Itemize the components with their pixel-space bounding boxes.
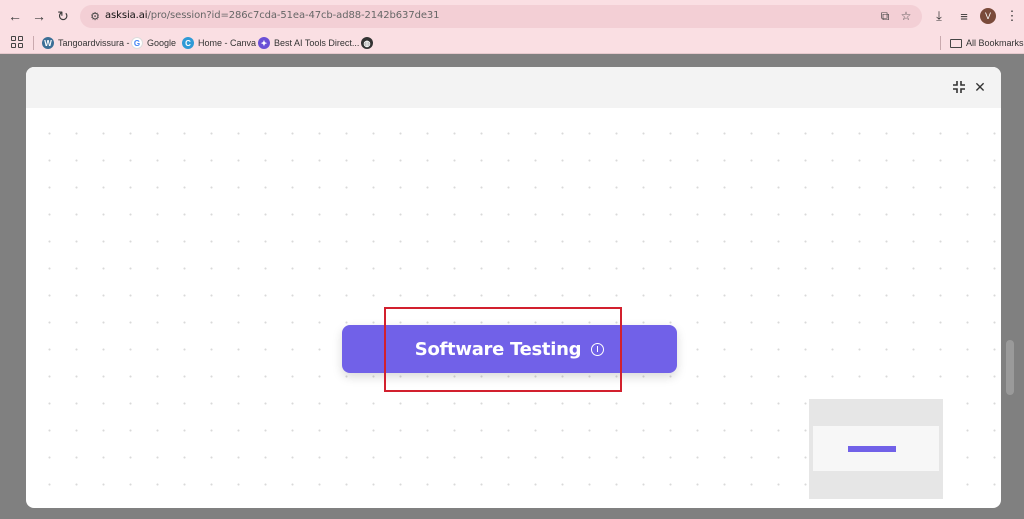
bookmark-item-google[interactable]: G Google xyxy=(131,35,176,51)
wordpress-icon: W xyxy=(42,37,54,49)
bookmark-item-tangoardvissura[interactable]: W Tangoardvissura - xyxy=(42,35,130,51)
site-settings-icon[interactable]: ⚙ xyxy=(88,9,102,23)
folder-icon xyxy=(950,38,962,48)
bookmark-divider xyxy=(940,36,941,50)
close-icon[interactable]: ✕ xyxy=(972,79,988,95)
bookmark-star-icon[interactable]: ☆ xyxy=(899,9,913,23)
forward-arrow-icon[interactable]: → xyxy=(30,7,48,25)
canva-icon: C xyxy=(182,37,194,49)
minimap[interactable] xyxy=(809,399,943,499)
google-icon: G xyxy=(131,37,143,49)
all-bookmarks-button[interactable]: All Bookmarks xyxy=(950,35,1024,51)
url-text[interactable]: asksia.ai/pro/session?id=286c7cda-51ea-4… xyxy=(105,10,440,21)
browser-toolbar: ← → ↻ ⚙ asksia.ai/pro/session?id=286c7cd… xyxy=(0,0,1024,32)
bookmark-item-canva[interactable]: C Home - Canva xyxy=(182,35,256,51)
install-app-icon[interactable]: ⧉ xyxy=(878,9,892,23)
bookmark-item-globe[interactable]: ◍ xyxy=(361,35,373,51)
ai-tools-icon: ✦ xyxy=(258,37,270,49)
collapse-fullscreen-icon[interactable] xyxy=(951,79,967,95)
scrollbar-thumb[interactable] xyxy=(1006,340,1014,395)
apps-grid-icon[interactable] xyxy=(11,36,23,48)
download-icon[interactable]: ⤓ xyxy=(930,7,948,25)
bookmark-label: Best AI Tools Direct... xyxy=(274,38,360,48)
bookmark-label: Tangoardvissura - xyxy=(58,38,130,48)
bookmark-divider xyxy=(33,36,34,50)
minimap-node xyxy=(848,446,896,452)
profile-avatar[interactable]: V xyxy=(980,8,996,24)
modal-header: ✕ xyxy=(26,67,1001,108)
highlight-box xyxy=(384,307,622,392)
bookmark-label: Google xyxy=(147,38,177,48)
mindmap-modal: ✕ Software Testing xyxy=(26,67,1001,508)
media-control-icon[interactable]: ≡ xyxy=(955,7,973,25)
menu-kebab-icon[interactable]: ⋮ xyxy=(1003,7,1021,25)
reload-icon[interactable]: ↻ xyxy=(54,7,72,25)
all-bookmarks-label: All Bookmarks xyxy=(966,38,1024,48)
bookmark-label: Home - Canva xyxy=(198,38,257,48)
globe-icon: ◍ xyxy=(361,37,373,49)
address-bar[interactable]: ⚙ asksia.ai/pro/session?id=286c7cda-51ea… xyxy=(80,5,922,28)
back-arrow-icon[interactable]: ← xyxy=(6,7,24,25)
bookmark-item-ai-tools[interactable]: ✦ Best AI Tools Direct... xyxy=(258,35,359,51)
mindmap-canvas[interactable]: Software Testing xyxy=(26,108,1001,508)
